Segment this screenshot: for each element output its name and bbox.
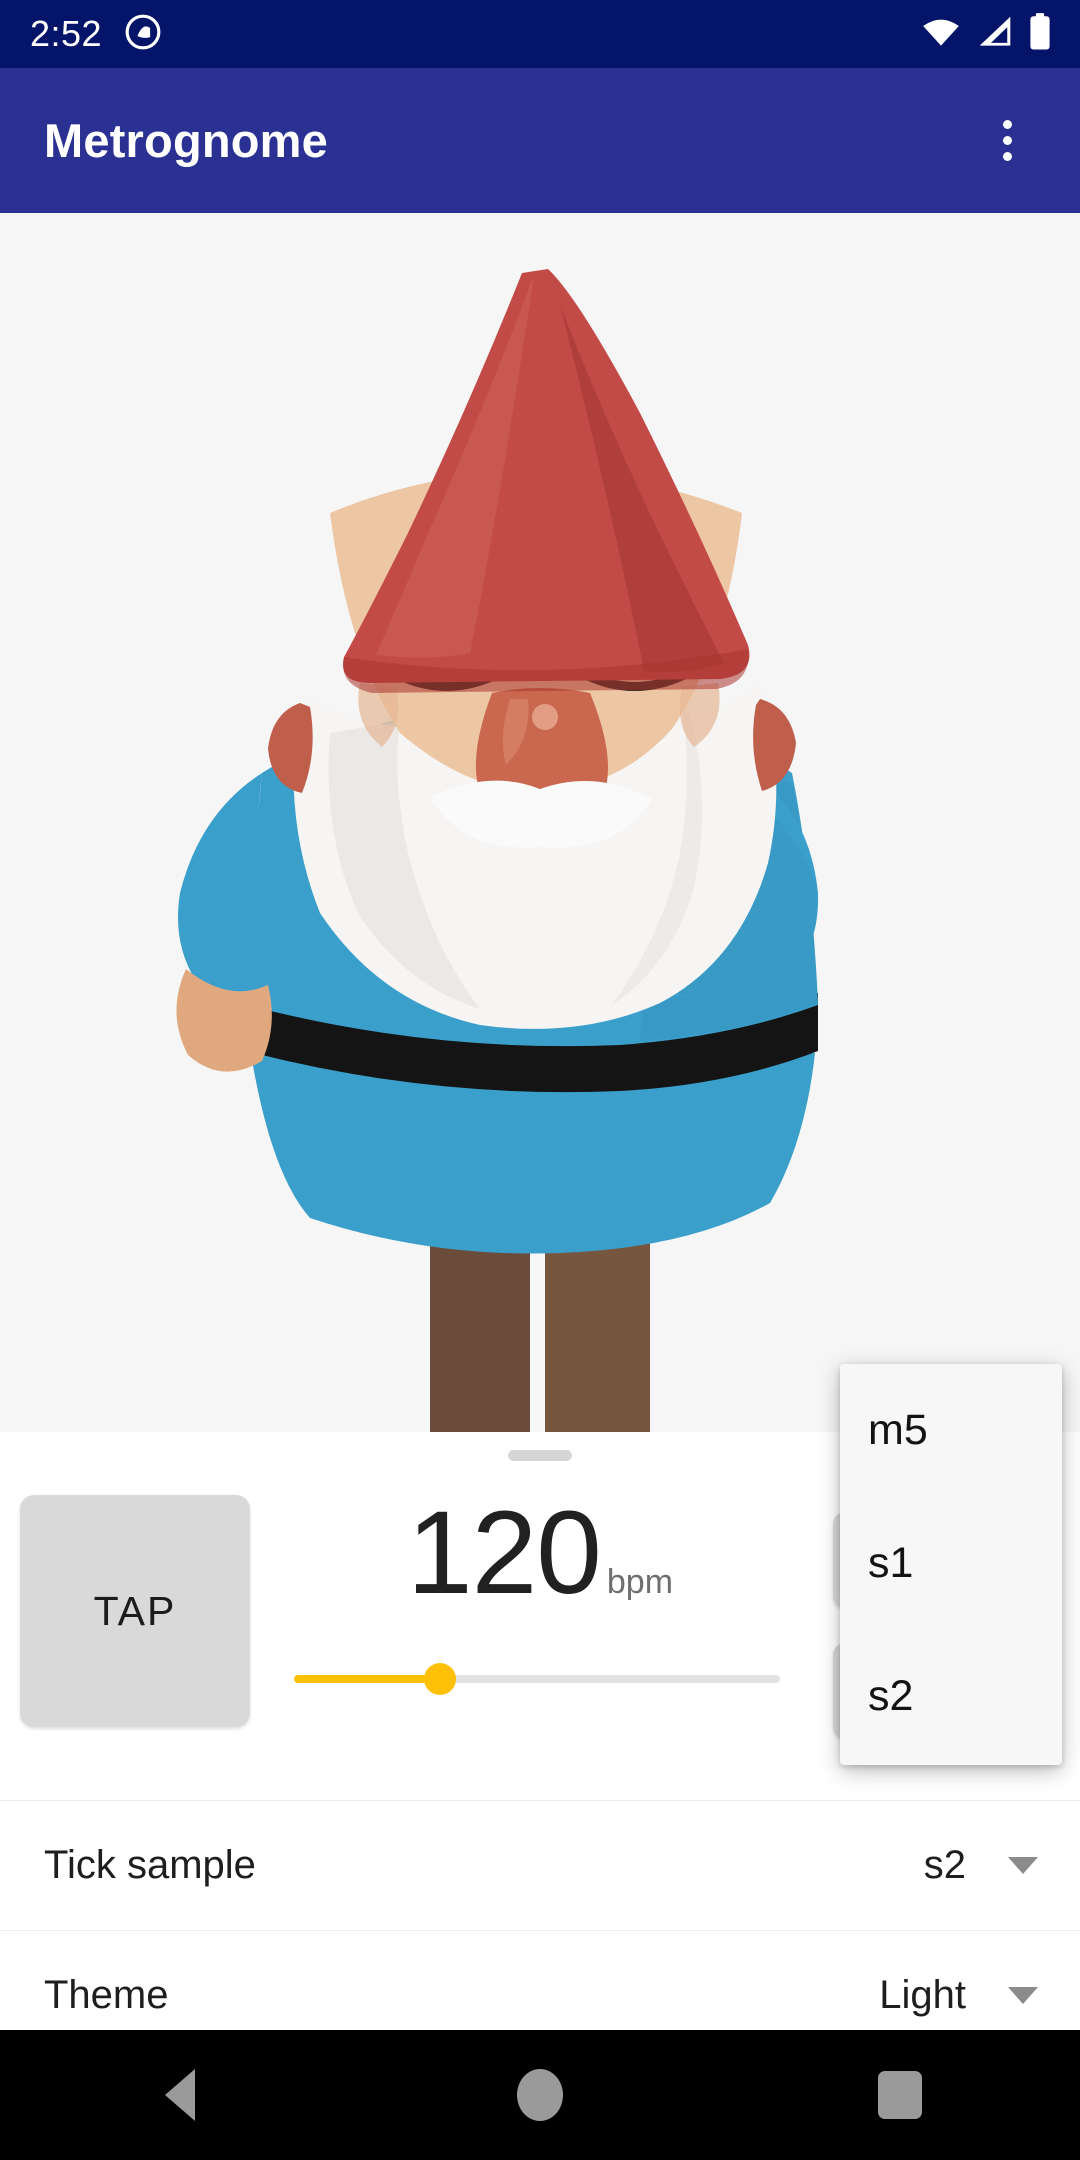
status-bar-clock: 2:52 <box>30 13 103 54</box>
chevron-down-icon[interactable] <box>1008 1857 1038 1874</box>
status-bar-right <box>920 12 1052 56</box>
overflow-dot <box>1002 136 1012 145</box>
sheet-drag-handle[interactable] <box>508 1450 572 1461</box>
bpm-slider[interactable] <box>294 1645 780 1715</box>
tick-sample-label: Tick sample <box>44 1843 256 1887</box>
home-circle-icon <box>517 2069 563 2121</box>
overflow-dot <box>1002 120 1012 129</box>
tick-sample-dropdown-menu[interactable]: m5 s1 s2 <box>840 1364 1062 1765</box>
tap-button-label: TAP <box>93 1587 177 1634</box>
dropdown-item-s1[interactable]: s1 <box>840 1497 1062 1630</box>
nav-back-button[interactable] <box>100 2030 260 2160</box>
cellular-signal-icon <box>976 15 1014 54</box>
setting-row-tick-sample[interactable]: Tick sample s2 <box>0 1800 1080 1930</box>
wifi-icon <box>920 15 962 54</box>
theme-label: Theme <box>44 1972 169 2017</box>
slider-thumb[interactable] <box>423 1663 456 1695</box>
battery-icon <box>1028 12 1052 56</box>
page-title: Metrognome <box>44 114 328 167</box>
app-screen: 2:52 Metrognome TAP 120 bpm Tick sample … <box>0 0 1080 2160</box>
recents-square-icon <box>878 2071 922 2119</box>
chevron-down-icon[interactable] <box>1008 1986 1038 2004</box>
dropdown-item-m5[interactable]: m5 <box>840 1364 1062 1497</box>
android-nav-bar <box>0 2030 1080 2160</box>
bpm-unit-label: bpm <box>606 1563 674 1601</box>
more-vert-icon[interactable] <box>964 98 1050 184</box>
android-q-icon <box>124 13 162 56</box>
dropdown-item-s2[interactable]: s2 <box>840 1630 1062 1763</box>
back-triangle-icon <box>165 2069 195 2121</box>
gnome-illustration <box>0 213 1080 1443</box>
status-bar: 2:52 <box>0 0 1080 68</box>
app-bar: Metrognome <box>0 68 1080 213</box>
bpm-value: 120 <box>406 1487 602 1619</box>
tap-button[interactable]: TAP <box>20 1495 250 1727</box>
theme-value: Light <box>879 1972 966 2017</box>
nav-home-button[interactable] <box>460 2030 620 2160</box>
bpm-display: 120 bpm <box>250 1494 830 1634</box>
tick-sample-value: s2 <box>923 1843 966 1887</box>
overflow-dot <box>1002 152 1012 161</box>
gnome-stage[interactable] <box>0 213 1080 1443</box>
slider-fill <box>294 1675 440 1683</box>
status-bar-left: 2:52 <box>30 13 162 56</box>
nav-recents-button[interactable] <box>820 2030 980 2160</box>
